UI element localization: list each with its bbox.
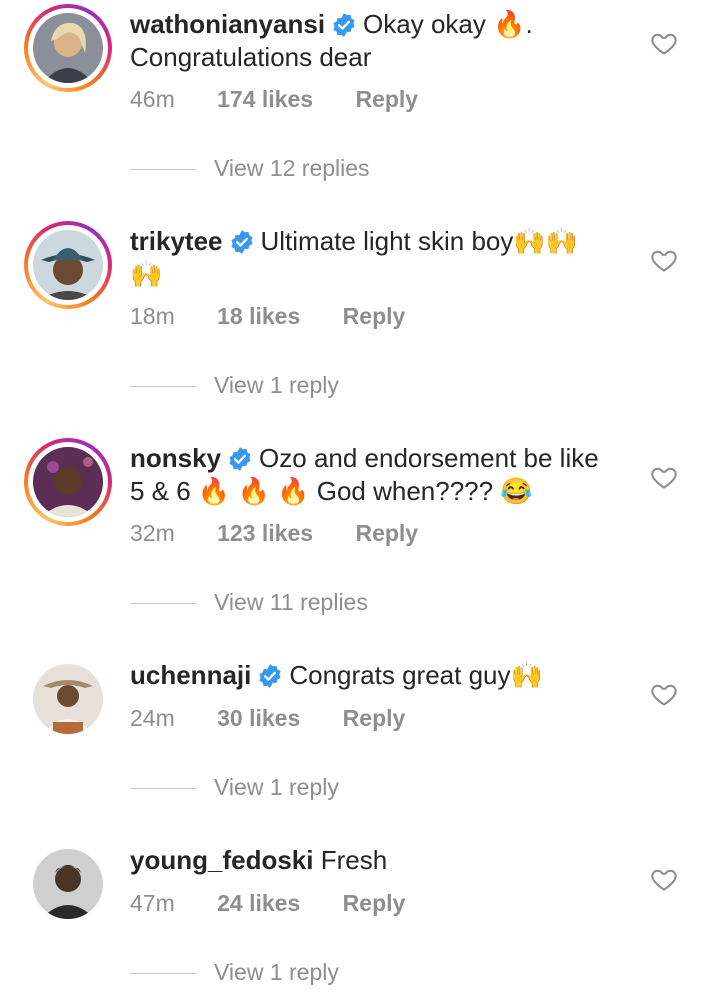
comment-likes[interactable]: 18 likes [217, 303, 300, 329]
avatar-wrap[interactable] [24, 840, 112, 928]
avatar-story-ring[interactable] [24, 438, 112, 526]
comment-text: young_fedoski Fresh [130, 844, 640, 877]
comment-text: trikytee Ultimate light skin boy🙌🙌 🙌 [130, 225, 640, 291]
replies-divider-line [130, 603, 196, 605]
like-heart-icon[interactable] [650, 865, 678, 893]
replies-divider-line [130, 788, 196, 790]
comment-time: 24m [130, 705, 175, 731]
replies-divider-line [130, 386, 196, 388]
reply-button[interactable]: Reply [343, 303, 406, 329]
view-replies-link[interactable]: View 12 replies [130, 155, 370, 182]
avatar[interactable] [33, 849, 103, 919]
view-replies-link[interactable]: View 1 reply [130, 959, 339, 986]
avatar[interactable] [33, 664, 103, 734]
comment-username[interactable]: trikytee [130, 226, 223, 256]
verified-badge-icon [331, 12, 357, 38]
like-heart-icon[interactable] [650, 29, 678, 57]
comment-likes[interactable]: 123 likes [217, 520, 313, 546]
comment-username[interactable]: uchennaji [130, 660, 251, 690]
comment-time: 18m [130, 303, 175, 329]
replies-divider-line [130, 169, 196, 171]
comment-username[interactable]: nonsky [130, 443, 221, 473]
comment-body-line1: Ozo and endorsement be like [259, 443, 599, 473]
reply-button[interactable]: Reply [343, 890, 406, 916]
view-replies-label[interactable]: View 1 reply [214, 959, 339, 985]
comment-text: uchennaji Congrats great guy🙌 [130, 659, 640, 692]
avatar-story-ring[interactable] [24, 221, 112, 309]
comment-likes[interactable]: 24 likes [217, 890, 300, 916]
view-replies-link[interactable]: View 1 reply [130, 372, 339, 399]
comment-username[interactable]: wathonianyansi [130, 9, 325, 39]
comment-text: nonsky Ozo and endorsement be like 5 & 6 … [130, 442, 640, 508]
avatar[interactable] [33, 230, 103, 300]
comment-meta: 24m 30 likes Reply [130, 705, 441, 732]
avatar[interactable] [33, 13, 103, 83]
view-replies-label[interactable]: View 1 reply [214, 774, 339, 800]
avatar[interactable] [33, 447, 103, 517]
like-heart-icon[interactable] [650, 246, 678, 274]
like-heart-icon[interactable] [650, 680, 678, 708]
comment-text: wathonianyansi Okay okay 🔥. Congratulatio… [130, 8, 640, 74]
verified-badge-icon [257, 663, 283, 689]
verified-badge-icon [229, 229, 255, 255]
comment-body-line1: Fresh [320, 845, 388, 875]
comment-body-line2: 5 & 6 🔥 🔥 🔥 God when???? 😂 [130, 476, 533, 506]
view-replies-label[interactable]: View 11 replies [214, 589, 368, 615]
comment-likes[interactable]: 174 likes [217, 86, 313, 112]
comment-meta: 46m 174 likes Reply [130, 86, 454, 113]
view-replies-link[interactable]: View 1 reply [130, 774, 339, 801]
comment-username[interactable]: young_fedoski [130, 845, 313, 875]
comment-body-line1: Okay okay 🔥. [363, 9, 533, 39]
comment-time: 46m [130, 86, 175, 112]
reply-button[interactable]: Reply [343, 705, 406, 731]
comment-meta: 47m 24 likes Reply [130, 890, 441, 917]
comment-likes[interactable]: 30 likes [217, 705, 300, 731]
reply-button[interactable]: Reply [355, 86, 418, 112]
comment-body-line2: 🙌 [130, 259, 163, 289]
replies-divider-line [130, 973, 196, 975]
avatar-story-ring[interactable] [24, 4, 112, 92]
comment-meta: 18m 18 likes Reply [130, 303, 441, 330]
comment-body-line1: Congrats great guy🙌 [289, 660, 543, 690]
view-replies-link[interactable]: View 11 replies [130, 589, 368, 616]
avatar-wrap[interactable] [24, 655, 112, 743]
view-replies-label[interactable]: View 1 reply [214, 372, 339, 398]
comment-meta: 32m 123 likes Reply [130, 520, 454, 547]
comment-body-line1: Ultimate light skin boy🙌🙌 [260, 226, 579, 256]
comment-body-line2: Congratulations dear [130, 42, 372, 72]
like-heart-icon[interactable] [650, 463, 678, 491]
comment-time: 32m [130, 520, 175, 546]
verified-badge-icon [227, 446, 253, 472]
reply-button[interactable]: Reply [355, 520, 418, 546]
comment-time: 47m [130, 890, 175, 916]
view-replies-label[interactable]: View 12 replies [214, 155, 370, 181]
